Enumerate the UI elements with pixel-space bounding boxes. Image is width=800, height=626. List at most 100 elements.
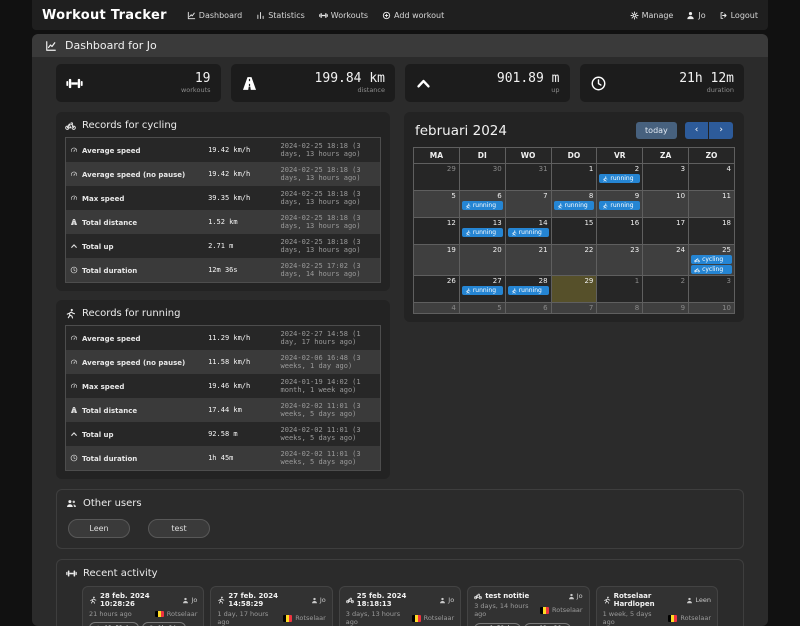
record-date: 2024-02-25 18:18 (3 days, 13 hours ago) [280, 166, 361, 182]
metric-badge: 1h 24m [142, 622, 186, 626]
runner-icon [65, 308, 76, 319]
user-button-leen[interactable]: Leen [68, 519, 130, 538]
day-number: 9 [680, 304, 686, 312]
road-icon [70, 406, 78, 414]
nav-logout[interactable]: Logout [719, 11, 758, 20]
main-panel: Dashboard for Jo 19 workouts 199.84 km d… [32, 34, 768, 626]
calendar-event-cycling[interactable]: cycling [691, 255, 732, 264]
belgium-flag-icon [540, 607, 549, 614]
calendar-day-header: ZA [642, 147, 690, 164]
stat-value: 901.89 m [496, 70, 560, 86]
calendar-event-running[interactable]: running [507, 286, 549, 295]
record-row: Total up 2.71 m 2024-02-25 18:18 (3 days, … [65, 234, 381, 258]
gauge-icon [70, 358, 78, 366]
activity-location: Rotselaar [668, 610, 711, 626]
records-cycling-table: Average speed 19.42 km/h 2024-02-25 18:18 … [65, 137, 381, 283]
day-number: 1 [634, 277, 640, 285]
calendar-event-cycling[interactable]: cycling [691, 265, 732, 274]
record-label-text: Total distance [82, 218, 138, 227]
record-label: Average speed (no pause) [66, 350, 205, 374]
activity-location: Rotselaar [154, 610, 198, 619]
record-label-text: Total up [82, 242, 114, 251]
nav-manage[interactable]: Manage [630, 11, 673, 20]
activity-ago: 3 days, 14 hours ago [474, 602, 529, 619]
record-label-text: Max speed [82, 382, 125, 391]
record-label: Total duration [66, 258, 205, 283]
record-value: 1.52 km [208, 218, 238, 226]
calendar-event-running[interactable]: running [461, 228, 503, 237]
calendar-event-running[interactable]: running [553, 201, 595, 210]
nav-statistics[interactable]: Statistics [256, 11, 305, 20]
calendar-day-cell: 8 running [550, 190, 598, 218]
activity-card[interactable]: Rotselaar Hardlopen Leen 1 week, 5 days ag… [595, 586, 718, 626]
nav-workouts[interactable]: Workouts [318, 11, 368, 20]
record-label-text: Average speed (no pause) [82, 170, 186, 179]
gauge-icon [70, 146, 78, 154]
calendar-event-running[interactable]: running [461, 286, 503, 295]
activity-card[interactable]: 25 feb. 2024 18:18:13 Jo 3 days, 13 hours … [338, 586, 462, 626]
nav-dashboard-label: Dashboard [198, 10, 243, 20]
records-column: Records for cycling Average speed 19.42 k… [56, 112, 390, 479]
activity-card[interactable]: test notitie Jo 3 days, 14 hours ago Rotsel… [467, 586, 590, 626]
day-number: 26 [446, 277, 456, 285]
calendar-day-header: MA [413, 147, 460, 164]
app-title: Workout Tracker [42, 7, 167, 23]
calendar-day-cell: 30 [458, 163, 506, 191]
activity-ago: 1 day, 17 hours ago [217, 610, 269, 626]
day-number: 17 [676, 219, 686, 227]
activity-user-name: Jo [191, 596, 198, 604]
record-row: Total distance 1.52 km 2024-02-25 18:18 (3… [65, 210, 381, 234]
chevron-up-icon [415, 75, 432, 92]
calendar-today-button[interactable]: today [636, 122, 677, 139]
stat-card-workouts: 19 workouts [56, 64, 221, 102]
calendar-day-cell: 1 [550, 163, 598, 191]
runner-icon [465, 287, 471, 294]
records-running-title: Records for running [65, 308, 381, 319]
activity-title: 27 feb. 2024 14:58:29 [228, 592, 278, 608]
calendar-event-running[interactable]: running [507, 228, 549, 237]
record-label: Max speed [66, 374, 205, 398]
user-button-test[interactable]: test [148, 519, 210, 538]
nav-add-workout[interactable]: Add workout [382, 11, 444, 20]
calendar-prev-button[interactable]: ‹ [684, 122, 709, 139]
record-date: 2024-02-25 18:18 (3 days, 13 hours ago) [280, 190, 361, 206]
dumbbell-icon [66, 568, 77, 579]
calendar-week-row: 19 20 21 22 23 24 25 cycling cycling [413, 244, 735, 276]
calendar-day-header: ZO [688, 147, 735, 164]
day-number: 5 [497, 304, 502, 312]
activity-card[interactable]: 28 feb. 2024 10:28:26 Jo 21 hours ago Rotse… [82, 586, 205, 626]
calendar-day-cell: 5 [458, 302, 506, 314]
road-icon [70, 218, 78, 226]
record-label: Total up [66, 234, 205, 258]
record-date: 2024-02-25 18:18 (3 days, 13 hours ago) [280, 238, 361, 254]
activity-card[interactable]: 27 feb. 2024 14:58:29 Jo 1 day, 17 hours a… [210, 586, 333, 626]
calendar-event-running[interactable]: running [599, 201, 641, 210]
activity-location: Rotselaar [411, 610, 455, 626]
day-number: 14 [538, 219, 548, 227]
day-number: 3 [726, 277, 731, 285]
day-number: 10 [676, 192, 686, 200]
dumbbell-icon [318, 11, 328, 20]
calendar-day-cell: 31 [504, 163, 552, 191]
day-number: 11 [722, 192, 731, 200]
nav-dashboard[interactable]: Dashboard [187, 11, 242, 20]
day-number: 25 [722, 246, 731, 254]
belgium-flag-icon [411, 615, 421, 622]
calendar-event-running[interactable]: running [599, 174, 641, 183]
activity-location-name: Rotselaar [166, 610, 198, 619]
activity-user: Leen [686, 596, 711, 604]
calendar-day-cell: 9 [642, 302, 690, 314]
other-users-title: Other users [66, 498, 734, 509]
record-label: Average speed [66, 326, 205, 351]
record-value: 92.58 m [208, 430, 238, 438]
activity-location-name: Rotselaar [423, 614, 455, 623]
record-value: 19.46 km/h [208, 382, 251, 390]
nav-profile[interactable]: Jo [686, 11, 706, 20]
panel-title-text: Recent activity [83, 568, 158, 579]
activity-location: Rotselaar [540, 602, 583, 619]
calendar-day-cell: 25 cycling cycling [688, 244, 735, 276]
calendar-event-running[interactable]: running [461, 201, 503, 210]
calendar-next-button[interactable]: › [709, 122, 733, 139]
calendar-day-cell: 9 running [596, 190, 644, 218]
calendar-day-cell: 6 [504, 302, 552, 314]
